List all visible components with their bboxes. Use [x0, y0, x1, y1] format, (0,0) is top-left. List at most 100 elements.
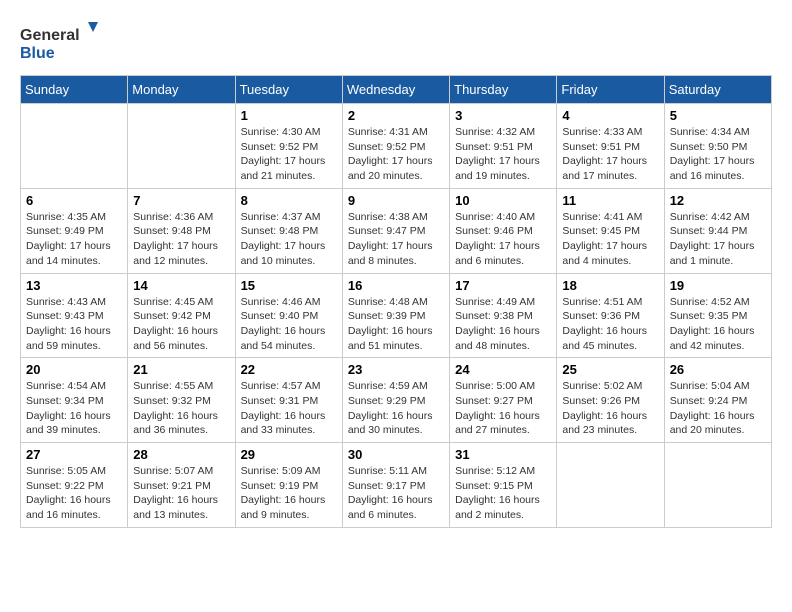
day-number: 8	[241, 193, 337, 208]
calendar-week-row: 20 Sunrise: 4:54 AM Sunset: 9:34 PM Dayli…	[21, 358, 772, 443]
weekday-header: Monday	[128, 76, 235, 104]
day-info: Sunrise: 4:52 AM Sunset: 9:35 PM Dayligh…	[670, 295, 766, 354]
day-number: 2	[348, 108, 444, 123]
day-number: 1	[241, 108, 337, 123]
calendar-week-row: 1 Sunrise: 4:30 AM Sunset: 9:52 PM Daylig…	[21, 104, 772, 189]
calendar-week-row: 27Sunrise: 5:05 AM Sunset: 9:22 PM Dayli…	[21, 443, 772, 528]
day-number: 20	[26, 362, 122, 377]
day-number: 31	[455, 447, 551, 462]
calendar-cell	[128, 104, 235, 189]
weekday-header: Friday	[557, 76, 664, 104]
day-number: 30	[348, 447, 444, 462]
calendar-cell: 31 Sunrise: 5:12 AM Sunset: 9:15 PM Dayli…	[450, 443, 557, 528]
day-number: 4	[562, 108, 658, 123]
day-number: 5	[670, 108, 766, 123]
calendar-cell: 8 Sunrise: 4:37 AM Sunset: 9:48 PM Daylig…	[235, 188, 342, 273]
day-info: Sunrise: 4:45 AM Sunset: 9:42 PM Dayligh…	[133, 295, 229, 354]
day-info: Sunrise: 5:00 AM Sunset: 9:27 PM Dayligh…	[455, 379, 551, 438]
calendar-cell: 20 Sunrise: 4:54 AM Sunset: 9:34 PM Dayli…	[21, 358, 128, 443]
calendar-cell: 23 Sunrise: 4:59 AM Sunset: 9:29 PM Dayli…	[342, 358, 449, 443]
day-number: 12	[670, 193, 766, 208]
calendar-cell: 22 Sunrise: 4:57 AM Sunset: 9:31 PM Dayli…	[235, 358, 342, 443]
day-info: Sunrise: 4:51 AM Sunset: 9:36 PM Dayligh…	[562, 295, 658, 354]
day-info: Sunrise: 4:49 AM Sunset: 9:38 PM Dayligh…	[455, 295, 551, 354]
day-info: Sunrise: 4:59 AM Sunset: 9:29 PM Dayligh…	[348, 379, 444, 438]
day-info: Sunrise: 4:32 AM Sunset: 9:51 PM Dayligh…	[455, 125, 551, 184]
calendar-cell: 7Sunrise: 4:36 AM Sunset: 9:48 PM Daylig…	[128, 188, 235, 273]
calendar-cell: 27Sunrise: 5:05 AM Sunset: 9:22 PM Dayli…	[21, 443, 128, 528]
calendar-cell: 28 Sunrise: 5:07 AM Sunset: 9:21 PM Dayli…	[128, 443, 235, 528]
calendar-cell	[557, 443, 664, 528]
day-number: 19	[670, 278, 766, 293]
day-number: 29	[241, 447, 337, 462]
calendar-cell: 14 Sunrise: 4:45 AM Sunset: 9:42 PM Dayli…	[128, 273, 235, 358]
calendar-cell: 10 Sunrise: 4:40 AM Sunset: 9:46 PM Dayli…	[450, 188, 557, 273]
calendar-cell: 11Sunrise: 4:41 AM Sunset: 9:45 PM Dayli…	[557, 188, 664, 273]
day-info: Sunrise: 5:07 AM Sunset: 9:21 PM Dayligh…	[133, 464, 229, 523]
calendar-week-row: 6 Sunrise: 4:35 AM Sunset: 9:49 PM Daylig…	[21, 188, 772, 273]
day-number: 26	[670, 362, 766, 377]
calendar-cell	[664, 443, 771, 528]
day-info: Sunrise: 4:48 AM Sunset: 9:39 PM Dayligh…	[348, 295, 444, 354]
calendar-cell: 21 Sunrise: 4:55 AM Sunset: 9:32 PM Dayli…	[128, 358, 235, 443]
day-number: 9	[348, 193, 444, 208]
day-number: 13	[26, 278, 122, 293]
day-number: 11	[562, 193, 658, 208]
day-number: 3	[455, 108, 551, 123]
day-info: Sunrise: 5:05 AM Sunset: 9:22 PM Dayligh…	[26, 464, 122, 523]
weekday-header: Wednesday	[342, 76, 449, 104]
calendar-cell: 12 Sunrise: 4:42 AM Sunset: 9:44 PM Dayli…	[664, 188, 771, 273]
day-number: 25	[562, 362, 658, 377]
calendar-week-row: 13Sunrise: 4:43 AM Sunset: 9:43 PM Dayli…	[21, 273, 772, 358]
calendar-cell: 3 Sunrise: 4:32 AM Sunset: 9:51 PM Daylig…	[450, 104, 557, 189]
day-number: 6	[26, 193, 122, 208]
day-number: 15	[241, 278, 337, 293]
calendar-cell: 1 Sunrise: 4:30 AM Sunset: 9:52 PM Daylig…	[235, 104, 342, 189]
day-info: Sunrise: 5:04 AM Sunset: 9:24 PM Dayligh…	[670, 379, 766, 438]
page-header: General Blue	[20, 20, 772, 65]
day-number: 14	[133, 278, 229, 293]
calendar-cell: 19 Sunrise: 4:52 AM Sunset: 9:35 PM Dayli…	[664, 273, 771, 358]
day-info: Sunrise: 5:11 AM Sunset: 9:17 PM Dayligh…	[348, 464, 444, 523]
logo: General Blue	[20, 20, 100, 65]
calendar-cell: 24 Sunrise: 5:00 AM Sunset: 9:27 PM Dayli…	[450, 358, 557, 443]
day-number: 28	[133, 447, 229, 462]
day-number: 23	[348, 362, 444, 377]
calendar-cell: 26 Sunrise: 5:04 AM Sunset: 9:24 PM Dayli…	[664, 358, 771, 443]
day-info: Sunrise: 4:30 AM Sunset: 9:52 PM Dayligh…	[241, 125, 337, 184]
day-info: Sunrise: 4:33 AM Sunset: 9:51 PM Dayligh…	[562, 125, 658, 184]
weekday-header: Saturday	[664, 76, 771, 104]
day-number: 21	[133, 362, 229, 377]
day-info: Sunrise: 4:35 AM Sunset: 9:49 PM Dayligh…	[26, 210, 122, 269]
day-info: Sunrise: 4:37 AM Sunset: 9:48 PM Dayligh…	[241, 210, 337, 269]
day-number: 22	[241, 362, 337, 377]
calendar-cell	[21, 104, 128, 189]
day-info: Sunrise: 4:31 AM Sunset: 9:52 PM Dayligh…	[348, 125, 444, 184]
day-info: Sunrise: 4:46 AM Sunset: 9:40 PM Dayligh…	[241, 295, 337, 354]
day-info: Sunrise: 4:40 AM Sunset: 9:46 PM Dayligh…	[455, 210, 551, 269]
calendar-cell: 6 Sunrise: 4:35 AM Sunset: 9:49 PM Daylig…	[21, 188, 128, 273]
day-info: Sunrise: 4:55 AM Sunset: 9:32 PM Dayligh…	[133, 379, 229, 438]
logo-icon: General Blue	[20, 20, 100, 65]
day-info: Sunrise: 4:42 AM Sunset: 9:44 PM Dayligh…	[670, 210, 766, 269]
day-info: Sunrise: 4:38 AM Sunset: 9:47 PM Dayligh…	[348, 210, 444, 269]
calendar-cell: 5Sunrise: 4:34 AM Sunset: 9:50 PM Daylig…	[664, 104, 771, 189]
calendar-cell: 4 Sunrise: 4:33 AM Sunset: 9:51 PM Daylig…	[557, 104, 664, 189]
day-number: 10	[455, 193, 551, 208]
weekday-header: Sunday	[21, 76, 128, 104]
day-number: 7	[133, 193, 229, 208]
weekday-header: Tuesday	[235, 76, 342, 104]
day-number: 17	[455, 278, 551, 293]
day-number: 18	[562, 278, 658, 293]
day-info: Sunrise: 5:02 AM Sunset: 9:26 PM Dayligh…	[562, 379, 658, 438]
day-info: Sunrise: 5:12 AM Sunset: 9:15 PM Dayligh…	[455, 464, 551, 523]
day-info: Sunrise: 4:54 AM Sunset: 9:34 PM Dayligh…	[26, 379, 122, 438]
calendar-cell: 16Sunrise: 4:48 AM Sunset: 9:39 PM Dayli…	[342, 273, 449, 358]
svg-text:General: General	[20, 27, 80, 44]
day-number: 24	[455, 362, 551, 377]
day-info: Sunrise: 4:57 AM Sunset: 9:31 PM Dayligh…	[241, 379, 337, 438]
calendar-cell: 13Sunrise: 4:43 AM Sunset: 9:43 PM Dayli…	[21, 273, 128, 358]
calendar-cell: 9 Sunrise: 4:38 AM Sunset: 9:47 PM Daylig…	[342, 188, 449, 273]
calendar-cell: 29Sunrise: 5:09 AM Sunset: 9:19 PM Dayli…	[235, 443, 342, 528]
calendar-header-row: SundayMondayTuesdayWednesdayThursdayFrid…	[21, 76, 772, 104]
